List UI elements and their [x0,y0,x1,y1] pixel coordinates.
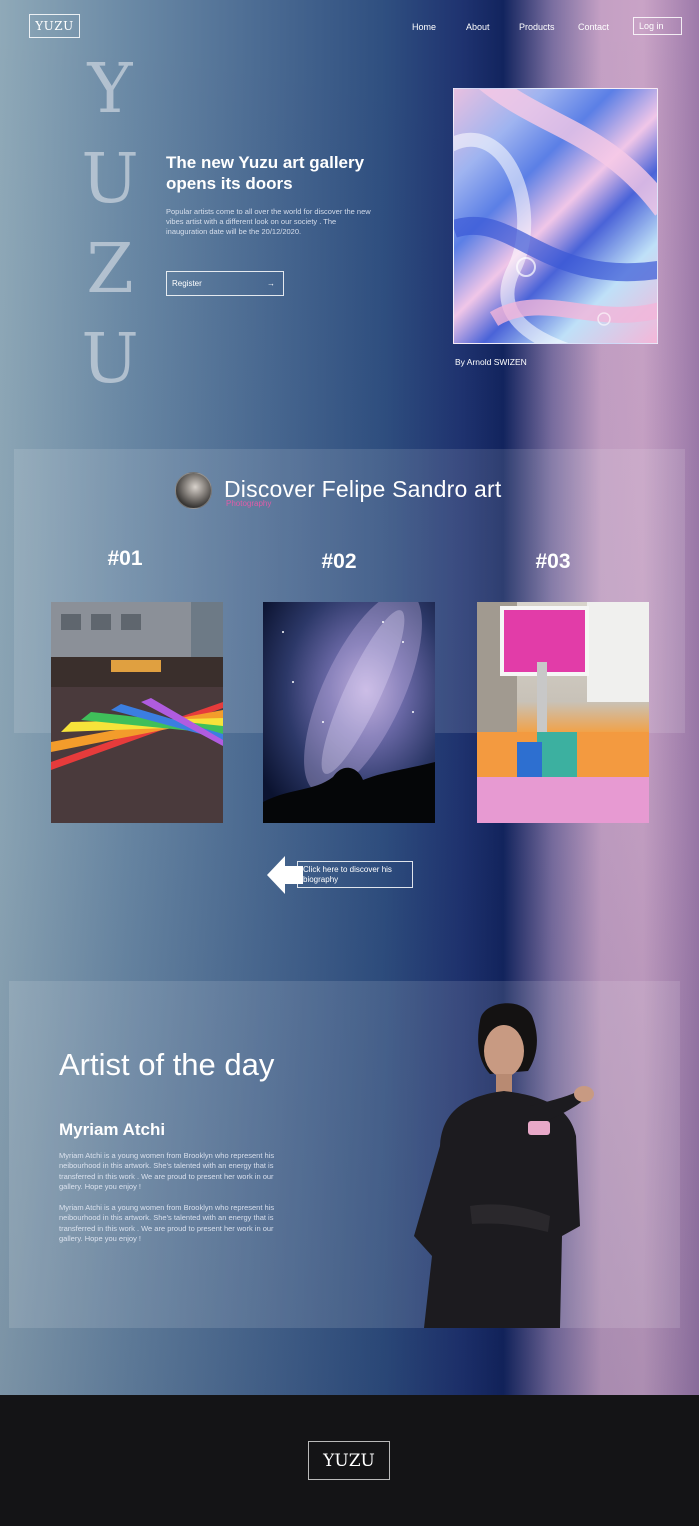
artist-portrait-image [414,1003,594,1328]
artwork-number: #03 [535,550,571,573]
nav-contact[interactable]: Contact [578,22,609,32]
register-label: Register [172,279,202,288]
footer-logo[interactable]: YUZU [308,1441,390,1480]
arrow-right-icon: → [267,279,275,288]
biography-link[interactable]: Click here to discover his biography [297,861,413,888]
artwork-photo-basketball-court[interactable] [477,602,649,823]
login-button[interactable]: Log in [633,17,682,35]
artist-name: Myriam Atchi [59,1120,166,1139]
hero-title: The new Yuzu art gallery opens its doors [166,153,365,193]
header-logo[interactable]: YUZU [29,14,80,38]
discover-subtitle: Photography [226,499,272,508]
artist-bio-paragraph: Myriam Atchi is a young women from Brook… [59,1151,275,1191]
hero-artwork-image [453,88,658,344]
artwork-photo-crosswalk[interactable] [51,602,223,823]
register-button[interactable]: Register → [166,271,284,296]
artwork-photo-milky-way[interactable] [263,602,435,823]
vertical-logo-letter: U [81,320,139,399]
vertical-logo-letter: Y [87,50,133,129]
artist-section-heading: Artist of the day [59,1047,275,1082]
artwork-number: #01 [107,547,143,570]
artwork-number: #02 [321,550,357,573]
artist-bio-paragraph: Myriam Atchi is a young women from Brook… [59,1203,275,1243]
artist-avatar [175,472,212,509]
vertical-logo-letter: U [81,140,139,219]
hero-description: Popular artists come to all over the wor… [166,207,371,236]
nav-about[interactable]: About [466,22,490,32]
vertical-logo-letter: Z [86,230,134,309]
nav-home[interactable]: Home [412,22,436,32]
nav-products[interactable]: Products [519,22,555,32]
hero-artwork-caption: By Arnold SWIZEN [455,357,527,367]
